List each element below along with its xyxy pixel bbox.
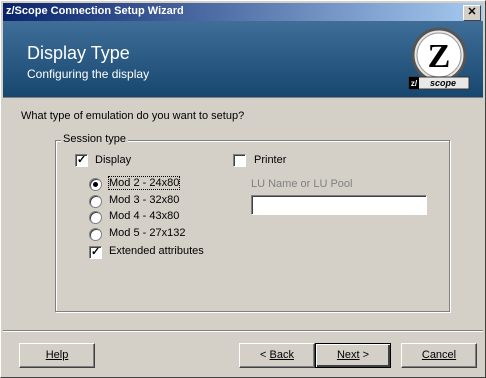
radio-selected-dot-icon [93,182,98,187]
mod3-label[interactable]: Mod 3 - 32x80 [109,194,179,206]
help-button[interactable]: Help [19,343,95,368]
page-title: Display Type [27,43,130,63]
display-label[interactable]: Display [95,154,131,166]
session-type-legend: Session type [61,133,128,145]
wizard-content: What type of emulation do you want to se… [3,97,483,330]
mod3-radio[interactable] [89,195,102,208]
close-icon: ✕ [467,6,477,18]
extended-attributes-label[interactable]: Extended attributes [109,245,204,257]
lu-name-input[interactable] [251,195,427,215]
mod2-radio[interactable] [89,178,102,191]
back-button-label: Back [269,349,294,361]
cancel-button-label: Cancel [421,349,457,361]
next-button-label: Next [336,349,360,361]
title-bar[interactable]: z/Scope Connection Setup Wizard ✕ [3,3,483,21]
display-checkbox[interactable]: ✓ [75,154,88,167]
mod2-label[interactable]: Mod 2 - 24x80 [107,176,181,190]
help-button-label: Help [45,349,69,361]
check-icon: ✓ [77,154,87,166]
zscope-logo-icon: Z z/ scope [408,27,470,90]
next-button-suffix: > [359,349,370,361]
extended-attributes-checkbox[interactable]: ✓ [89,246,102,259]
back-button-prefix: < [260,349,270,361]
mod4-label[interactable]: Mod 4 - 43x80 [109,210,179,222]
header-banner: Display Type Configuring the display Z z… [3,21,483,97]
window-title: z/Scope Connection Setup Wizard [6,5,184,17]
cancel-button[interactable]: Cancel [401,343,477,368]
logo-letter: Z [428,38,451,75]
close-button[interactable]: ✕ [463,5,481,21]
mod4-radio[interactable] [89,211,102,224]
check-icon: ✓ [91,246,101,258]
logo-brand: scope [430,78,456,88]
footer-divider [3,330,483,332]
next-button[interactable]: Next > [315,343,391,368]
back-button[interactable]: < Back [239,343,315,368]
logo-prefix: z/ [411,79,418,88]
mod5-radio[interactable] [89,228,102,241]
printer-checkbox[interactable] [233,154,246,167]
printer-label[interactable]: Printer [254,154,286,166]
page-subtitle: Configuring the display [27,67,150,81]
lu-name-label: LU Name or LU Pool [251,178,353,190]
wizard-window: z/Scope Connection Setup Wizard ✕ Displa… [0,0,486,378]
mod5-label[interactable]: Mod 5 - 27x132 [109,227,185,239]
question-text: What type of emulation do you want to se… [21,110,245,122]
